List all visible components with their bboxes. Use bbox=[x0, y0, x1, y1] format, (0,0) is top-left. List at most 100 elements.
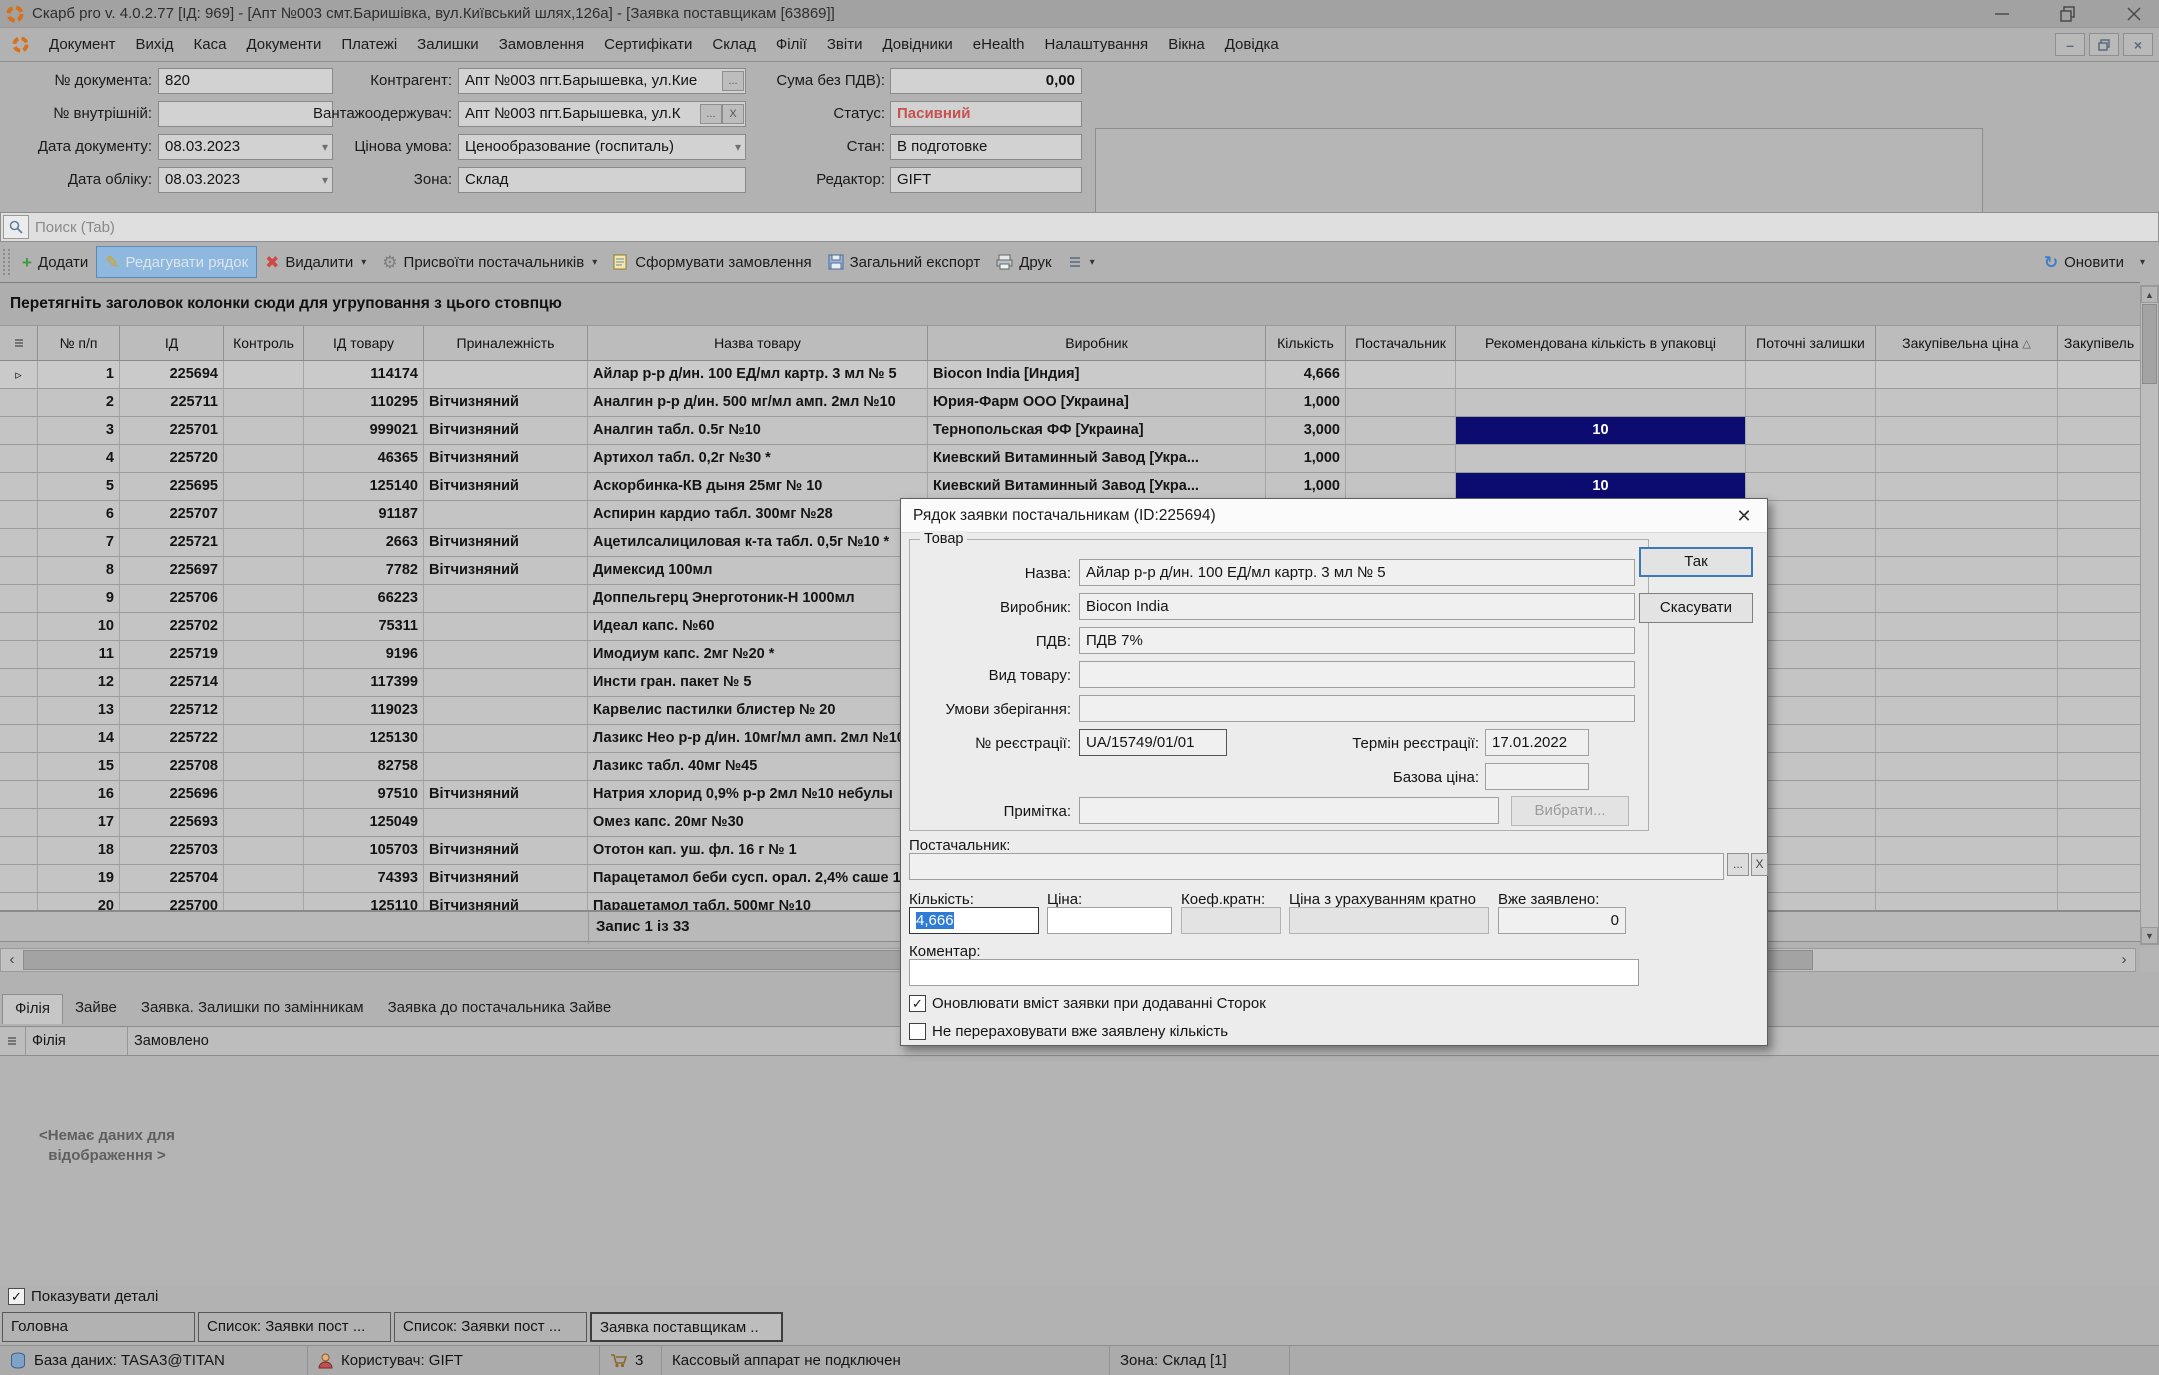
menu-item[interactable]: Склад bbox=[702, 28, 765, 62]
cell-stock[interactable] bbox=[1746, 445, 1876, 472]
menu-item[interactable]: Звіти bbox=[817, 28, 873, 62]
menu-item[interactable]: eHealth bbox=[963, 28, 1035, 62]
cell-price2[interactable] bbox=[2058, 529, 2140, 556]
cell-tovar-id[interactable]: 125049 bbox=[304, 809, 424, 836]
cell-id[interactable]: 225712 bbox=[120, 697, 224, 724]
cell-price2[interactable] bbox=[2058, 893, 2140, 910]
cell-price[interactable] bbox=[1876, 697, 2058, 724]
cell-npp[interactable]: 6 bbox=[38, 501, 120, 528]
cell-control[interactable] bbox=[224, 837, 304, 864]
col-npp[interactable]: № п/п bbox=[38, 326, 120, 360]
cell-prin[interactable] bbox=[424, 585, 588, 612]
cell-control[interactable] bbox=[224, 697, 304, 724]
cell-prin[interactable]: Вітчизняний bbox=[424, 837, 588, 864]
scroll-right-icon[interactable]: › bbox=[2113, 949, 2135, 971]
close-icon[interactable] bbox=[2119, 3, 2149, 25]
edit-row-button[interactable]: ✎Редагувати рядок bbox=[96, 246, 257, 278]
minimize-icon[interactable] bbox=[1987, 3, 2017, 25]
cell-control[interactable] bbox=[224, 501, 304, 528]
cell-id[interactable]: 225721 bbox=[120, 529, 224, 556]
cell-id[interactable]: 225711 bbox=[120, 389, 224, 416]
col-supplier[interactable]: Постачальник bbox=[1346, 326, 1456, 360]
cell-npp[interactable]: 12 bbox=[38, 669, 120, 696]
ok-button[interactable]: Так bbox=[1639, 547, 1753, 577]
cell-tovar-id[interactable]: 125130 bbox=[304, 725, 424, 752]
cell-id[interactable]: 225703 bbox=[120, 837, 224, 864]
cell-control[interactable] bbox=[224, 613, 304, 640]
cell-price2[interactable] bbox=[2058, 585, 2140, 612]
cell-control[interactable] bbox=[224, 473, 304, 500]
cell-control[interactable] bbox=[224, 865, 304, 892]
cell-npp[interactable]: 16 bbox=[38, 781, 120, 808]
cell-id[interactable]: 225719 bbox=[120, 641, 224, 668]
cell-id[interactable]: 225693 bbox=[120, 809, 224, 836]
cell-price[interactable] bbox=[1876, 781, 2058, 808]
cell-prin[interactable] bbox=[424, 669, 588, 696]
cell-npp[interactable]: 10 bbox=[38, 613, 120, 640]
cell-supplier[interactable] bbox=[1346, 473, 1456, 500]
mdi-close-icon[interactable]: × bbox=[2123, 33, 2153, 56]
cell-name[interactable]: Аспирин кардио табл. 300мг №28 bbox=[588, 501, 928, 528]
cell-supplier[interactable] bbox=[1346, 361, 1456, 388]
storage-field[interactable] bbox=[1079, 695, 1635, 722]
cell-tovar-id[interactable]: 97510 bbox=[304, 781, 424, 808]
cell-tovar-id[interactable]: 74393 bbox=[304, 865, 424, 892]
cell-control[interactable] bbox=[224, 781, 304, 808]
cell-price[interactable] bbox=[1876, 501, 2058, 528]
tab-filia[interactable]: Філія bbox=[2, 994, 63, 1024]
cell-name[interactable]: Лазикс табл. 40мг №45 bbox=[588, 753, 928, 780]
cell-name[interactable]: Имодиум капс. 2мг №20 * bbox=[588, 641, 928, 668]
menu-item[interactable]: Довідники bbox=[872, 28, 962, 62]
cell-npp[interactable]: 3 bbox=[38, 417, 120, 444]
kind-field[interactable] bbox=[1079, 661, 1635, 688]
cell-rec-qty[interactable]: 10 bbox=[1456, 473, 1746, 500]
cell-name[interactable]: Натрия хлорид 0,9% р-р 2мл №10 небулы bbox=[588, 781, 928, 808]
cell-control[interactable] bbox=[224, 809, 304, 836]
cell-qty[interactable]: 1,000 bbox=[1266, 445, 1346, 472]
comment-field[interactable] bbox=[909, 959, 1639, 986]
cell-name[interactable]: Омез капс. 20мг №30 bbox=[588, 809, 928, 836]
cell-price2[interactable] bbox=[2058, 473, 2140, 500]
menu-item[interactable]: Довідка bbox=[1215, 28, 1289, 62]
table-row[interactable]: 2 225711 110295 Вітчизняний Аналгин р-р … bbox=[0, 389, 2140, 417]
cell-control[interactable] bbox=[224, 557, 304, 584]
cell-manuf[interactable]: Юрия-Фарм ООО [Украина] bbox=[928, 389, 1266, 416]
table-row[interactable]: ▹ 1 225694 114174 Айлар р-р д/ин. 100 ЕД… bbox=[0, 361, 2140, 389]
cell-name[interactable]: Доппельгерц Энерготоник-Н 1000мл bbox=[588, 585, 928, 612]
cell-price2[interactable] bbox=[2058, 613, 2140, 640]
cell-manuf[interactable]: Тернопольская ФФ [Украина] bbox=[928, 417, 1266, 444]
delete-button[interactable]: ✖Видалити▾ bbox=[257, 246, 374, 278]
assign-suppliers-button[interactable]: ⚙Присвоїти постачальників▾ bbox=[374, 246, 605, 278]
cancel-button[interactable]: Скасувати bbox=[1639, 593, 1753, 623]
cell-id[interactable]: 225714 bbox=[120, 669, 224, 696]
cell-price[interactable] bbox=[1876, 893, 2058, 910]
cell-price2[interactable] bbox=[2058, 361, 2140, 388]
cell-control[interactable] bbox=[224, 417, 304, 444]
vertical-scrollbar[interactable]: ▲ ▼ bbox=[2140, 285, 2159, 945]
cell-supplier[interactable] bbox=[1346, 417, 1456, 444]
name-field[interactable]: Айлар р-р д/ин. 100 ЕД/мл картр. 3 мл № … bbox=[1079, 559, 1635, 586]
cell-price[interactable] bbox=[1876, 725, 2058, 752]
col-filia[interactable]: Філія bbox=[26, 1027, 128, 1055]
cell-manuf[interactable]: Киевский Витаминный Завод [Укра... bbox=[928, 445, 1266, 472]
scroll-down-icon[interactable]: ▼ bbox=[2141, 927, 2158, 944]
tab-zaive[interactable]: Зайве bbox=[63, 994, 129, 1024]
refresh-button[interactable]: ↻Оновити bbox=[2036, 246, 2132, 278]
cell-npp[interactable]: 18 bbox=[38, 837, 120, 864]
reg-term-field[interactable]: 17.01.2022 bbox=[1485, 729, 1589, 756]
cell-npp[interactable]: 20 bbox=[38, 893, 120, 910]
menu-item[interactable]: Вихід bbox=[126, 28, 184, 62]
cell-tovar-id[interactable]: 105703 bbox=[304, 837, 424, 864]
cell-npp[interactable]: 13 bbox=[38, 697, 120, 724]
reg-no-field[interactable]: UA/15749/01/01 bbox=[1079, 729, 1227, 756]
cell-price2[interactable] bbox=[2058, 641, 2140, 668]
mdi-minimize-icon[interactable]: – bbox=[2055, 33, 2085, 56]
form-order-button[interactable]: Сформувати замовлення bbox=[605, 246, 819, 278]
cell-tovar-id[interactable]: 125110 bbox=[304, 893, 424, 910]
cell-tovar-id[interactable]: 66223 bbox=[304, 585, 424, 612]
cell-price[interactable] bbox=[1876, 445, 2058, 472]
cell-price[interactable] bbox=[1876, 361, 2058, 388]
cell-tovar-id[interactable]: 125140 bbox=[304, 473, 424, 500]
cell-prin[interactable] bbox=[424, 809, 588, 836]
cell-price2[interactable] bbox=[2058, 501, 2140, 528]
